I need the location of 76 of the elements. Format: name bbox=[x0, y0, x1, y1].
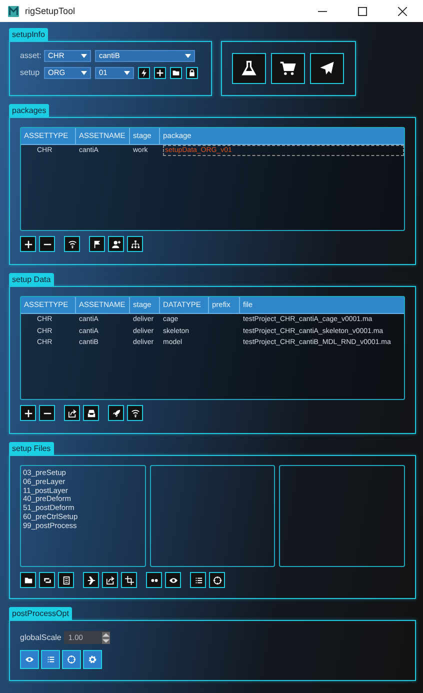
folder-button[interactable] bbox=[170, 67, 182, 79]
remove-button[interactable] bbox=[39, 236, 55, 252]
flask-icon bbox=[239, 60, 259, 77]
export-button[interactable] bbox=[64, 405, 80, 421]
document-icon bbox=[62, 576, 70, 584]
remove-button[interactable] bbox=[39, 405, 55, 421]
repeat-button[interactable] bbox=[39, 572, 55, 588]
setup-data-tab[interactable]: setup Data bbox=[9, 273, 54, 286]
hierarchy-button[interactable] bbox=[127, 236, 143, 252]
hierarchy-icon bbox=[130, 240, 140, 248]
export-button[interactable] bbox=[102, 572, 118, 588]
post-process-tab[interactable]: postProcessOpt bbox=[9, 607, 72, 620]
maximize-icon[interactable] bbox=[358, 6, 367, 16]
asset-label: asset: bbox=[20, 51, 40, 61]
settings-icon bbox=[88, 655, 97, 664]
add-button[interactable] bbox=[154, 67, 166, 79]
add-user-icon bbox=[112, 240, 120, 248]
airplane-icon bbox=[86, 576, 96, 584]
eye-button[interactable] bbox=[165, 572, 181, 588]
caret-icon bbox=[124, 71, 130, 75]
setup-files-tab[interactable]: setup Files bbox=[9, 442, 54, 455]
rocket-icon bbox=[112, 408, 120, 418]
cart-button[interactable] bbox=[271, 53, 305, 84]
airplane-button[interactable] bbox=[83, 572, 99, 588]
add-button[interactable] bbox=[20, 236, 36, 252]
add-user-button[interactable] bbox=[108, 236, 124, 252]
plus-icon bbox=[24, 408, 32, 418]
lightning-button[interactable] bbox=[138, 67, 150, 79]
tray-button[interactable] bbox=[83, 405, 99, 421]
eye-icon bbox=[25, 655, 34, 664]
flag-icon bbox=[92, 240, 102, 248]
setup-info-tab[interactable]: setupInfo bbox=[9, 28, 48, 41]
add-button[interactable] bbox=[20, 405, 36, 421]
caret-icon bbox=[81, 54, 87, 58]
tray-icon bbox=[86, 408, 96, 418]
spin-arrows-icon[interactable] bbox=[102, 632, 110, 644]
document-button[interactable] bbox=[58, 572, 74, 588]
flask-button[interactable] bbox=[232, 53, 266, 84]
crop-button[interactable] bbox=[121, 572, 137, 588]
caret-icon bbox=[81, 71, 87, 75]
plus-icon bbox=[156, 69, 164, 77]
cart-icon bbox=[278, 60, 298, 77]
folder-icon bbox=[24, 576, 32, 584]
wifi-icon bbox=[130, 408, 140, 418]
crosshair-icon bbox=[67, 655, 76, 664]
crosshair-icon bbox=[212, 576, 222, 584]
lock-button[interactable] bbox=[186, 67, 198, 79]
repeat-icon bbox=[42, 576, 52, 584]
dots-button[interactable] bbox=[146, 572, 162, 588]
lock-icon bbox=[188, 69, 196, 77]
export-icon bbox=[106, 576, 114, 584]
plus-icon bbox=[24, 240, 32, 248]
app-icon bbox=[8, 6, 19, 16]
eye-icon bbox=[168, 576, 178, 584]
crosshair-button[interactable] bbox=[209, 572, 225, 588]
window-title: rigSetupTool bbox=[25, 6, 76, 16]
list-icon bbox=[46, 655, 55, 664]
export-icon bbox=[68, 408, 76, 418]
wifi-button[interactable] bbox=[64, 236, 80, 252]
wifi-icon bbox=[68, 240, 76, 248]
lightning-icon bbox=[140, 69, 148, 77]
rocket-button[interactable] bbox=[108, 405, 124, 421]
close-icon[interactable] bbox=[398, 6, 407, 16]
caret-icon bbox=[185, 54, 191, 58]
flag-button[interactable] bbox=[89, 236, 105, 252]
list-icon bbox=[194, 576, 202, 584]
packages-tab[interactable]: packages bbox=[9, 104, 50, 117]
folder-button[interactable] bbox=[20, 572, 36, 588]
global-scale-label: globalScale bbox=[20, 632, 62, 642]
crop-icon bbox=[124, 576, 134, 584]
wifi-button[interactable] bbox=[127, 405, 143, 421]
list-button[interactable] bbox=[190, 572, 206, 588]
paper-plane-button[interactable] bbox=[310, 53, 344, 84]
settings-button[interactable] bbox=[83, 650, 102, 669]
folder-icon bbox=[172, 69, 180, 77]
setup-label: setup bbox=[20, 68, 40, 78]
